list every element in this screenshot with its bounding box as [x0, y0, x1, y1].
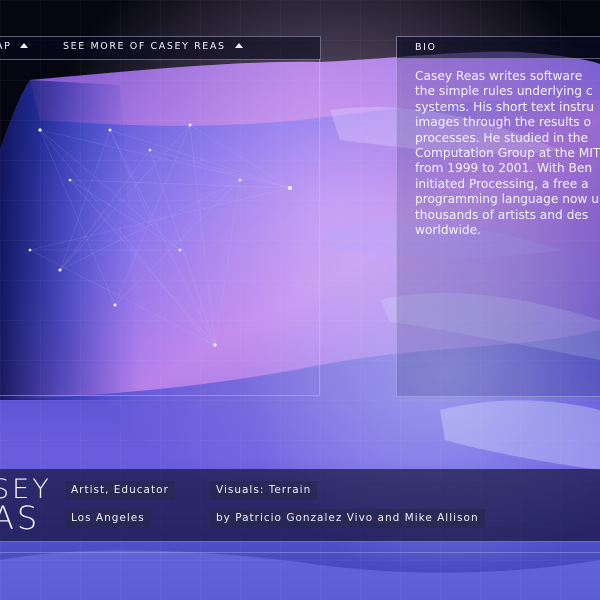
bio-line: initiated Processing, a free a	[415, 176, 589, 191]
top-nav-bar: AP SEE MORE OF CASEY REAS	[0, 36, 321, 60]
bio-line: systems. His short text instru	[415, 99, 595, 114]
bio-line: images through the results o	[415, 115, 591, 130]
terrain-visualization-screen: AP SEE MORE OF CASEY REAS BIO Casey Reas…	[0, 0, 600, 600]
artist-name-line-2: AS	[0, 499, 41, 537]
map-nav-label: AP	[0, 41, 12, 52]
artist-location-tag: Los Angeles	[65, 509, 151, 528]
artist-role-tag: Artist, Educator	[65, 481, 175, 500]
visuals-tag: Visuals: Terrain	[210, 481, 318, 500]
bio-text: Casey Reas writes software the simple ru…	[415, 69, 600, 238]
bio-line: Casey Reas writes software	[415, 69, 583, 83]
media-panel	[0, 59, 320, 396]
caret-up-icon	[20, 43, 29, 48]
see-more-label: SEE MORE OF CASEY REAS	[63, 41, 226, 52]
bio-line: Computation Group at the MIT	[415, 146, 600, 161]
caret-up-icon	[234, 43, 243, 48]
artist-info-bar	[0, 469, 600, 542]
bio-line: worldwide.	[415, 223, 482, 238]
bio-header: BIO	[397, 37, 600, 59]
divider	[0, 552, 600, 553]
bio-line: processes. He studied in the	[415, 130, 589, 145]
credit-tag[interactable]: by Patricio Gonzalez Vivo and Mike Allis…	[210, 509, 485, 528]
map-nav-button[interactable]: AP	[0, 41, 29, 52]
bio-line: thousands of artists and des	[415, 207, 589, 222]
bio-line: from 1999 to 2001. With Ben	[415, 161, 593, 176]
bio-line: programming language now u	[415, 192, 599, 207]
bio-line: the simple rules underlying c	[415, 84, 593, 99]
see-more-button[interactable]: SEE MORE OF CASEY REAS	[63, 41, 243, 52]
bio-title: BIO	[415, 42, 437, 53]
bio-panel[interactable]: BIO Casey Reas writes software the simpl…	[396, 36, 600, 397]
